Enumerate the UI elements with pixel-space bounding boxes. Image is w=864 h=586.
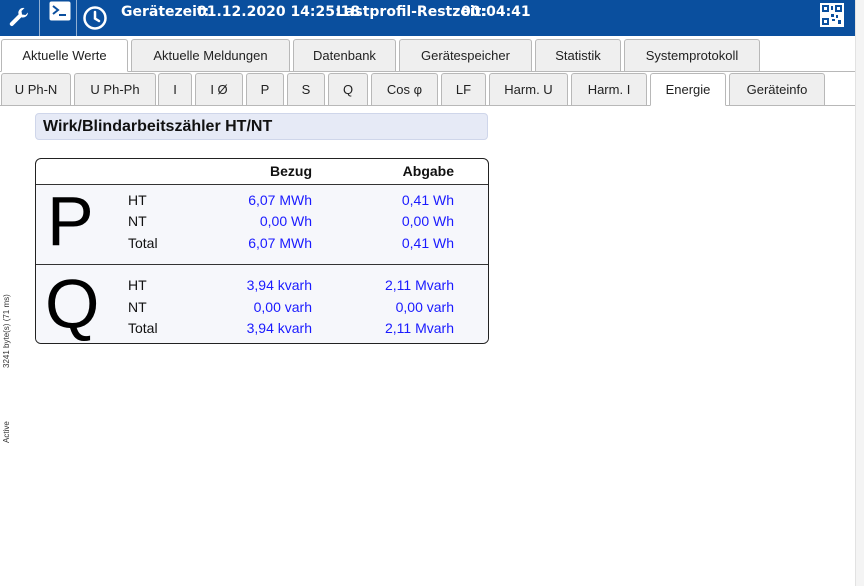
topbar-separator <box>39 0 40 36</box>
clock-icon[interactable] <box>80 0 110 36</box>
q-total-abgabe: 2,11 Mvarh <box>385 320 454 336</box>
q-row-label: NT <box>128 299 147 315</box>
section-title: Wirk/Blindarbeitszähler HT/NT <box>35 113 488 140</box>
subtab-lf[interactable]: LF <box>441 73 486 106</box>
p-ht-abgabe: 0,41 Wh <box>401 192 454 208</box>
qr-code-icon[interactable] <box>818 0 846 30</box>
q-row-label: HT <box>128 277 147 293</box>
sub-tabs: U Ph-N U Ph-Ph I I Ø P S Q Cos φ LF Harm… <box>0 73 855 106</box>
q-total-bezug: 3,94 kvarh <box>246 320 312 336</box>
scrollbar[interactable] <box>855 0 864 586</box>
p-total-bezug: 6,07 MWh <box>248 235 312 251</box>
q-ht-bezug: 3,94 kvarh <box>246 277 312 293</box>
subtab-harm-u[interactable]: Harm. U <box>489 73 568 106</box>
p-total-abgabe: 0,41 Wh <box>401 235 454 251</box>
p-nt-bezug: 0,00 Wh <box>259 213 312 229</box>
tab-systemprotokoll[interactable]: Systemprotokoll <box>624 39 760 72</box>
column-header-abgabe: Abgabe <box>402 163 454 179</box>
p-nt-abgabe: 0,00 Wh <box>401 213 454 229</box>
q-nt-bezug: 0,00 varh <box>253 299 312 315</box>
p-letter: P <box>47 182 94 260</box>
energy-counter-table: Bezug Abgabe P HT 6,07 MWh 0,41 Wh NT 0,… <box>35 158 489 344</box>
tab-aktuelle-meldungen[interactable]: Aktuelle Meldungen <box>131 39 290 72</box>
subtab-cos-phi[interactable]: Cos φ <box>371 73 438 106</box>
topbar-separator <box>76 0 77 36</box>
q-ht-abgabe: 2,11 Mvarh <box>385 277 454 293</box>
tab-geraetespeicher[interactable]: Gerätespeicher <box>399 39 532 72</box>
p-row-label: HT <box>128 192 147 208</box>
terminal-icon[interactable] <box>48 0 72 22</box>
subtab-s[interactable]: S <box>287 73 325 106</box>
main-tabs: Aktuelle Werte Aktuelle Meldungen Datenb… <box>0 36 855 72</box>
p-row-label: NT <box>128 213 147 229</box>
status-text: Active <box>2 421 11 443</box>
load-profile-value: 00:04:41 <box>461 4 531 20</box>
subtab-harm-i[interactable]: Harm. I <box>571 73 647 106</box>
tab-statistik[interactable]: Statistik <box>535 39 621 72</box>
wrench-icon[interactable] <box>4 0 34 36</box>
q-letter: Q <box>45 265 100 343</box>
subtab-p[interactable]: P <box>246 73 284 106</box>
column-header-bezug: Bezug <box>270 163 312 179</box>
p-ht-bezug: 6,07 MWh <box>248 192 312 208</box>
subtab-i[interactable]: I <box>158 73 192 106</box>
subtab-energie[interactable]: Energie <box>650 73 726 106</box>
subtab-geraeteinfo[interactable]: Geräteinfo <box>729 73 825 106</box>
tab-datenbank[interactable]: Datenbank <box>293 39 396 72</box>
top-bar: Gerätezeit: 01.12.2020 14:25:18 Lastprof… <box>0 0 855 36</box>
p-row-label: Total <box>128 235 158 251</box>
subtab-u-ph-ph[interactable]: U Ph-Ph <box>74 73 156 106</box>
tab-aktuelle-werte[interactable]: Aktuelle Werte <box>1 39 128 72</box>
subtab-q[interactable]: Q <box>328 73 368 106</box>
subtab-u-ph-n[interactable]: U Ph-N <box>1 73 71 106</box>
q-nt-abgabe: 0,00 varh <box>395 299 454 315</box>
subtab-i-avg[interactable]: I Ø <box>195 73 243 106</box>
response-size-text: 3241 byte(s) (71 ms) <box>2 294 11 368</box>
q-row-label: Total <box>128 320 158 336</box>
